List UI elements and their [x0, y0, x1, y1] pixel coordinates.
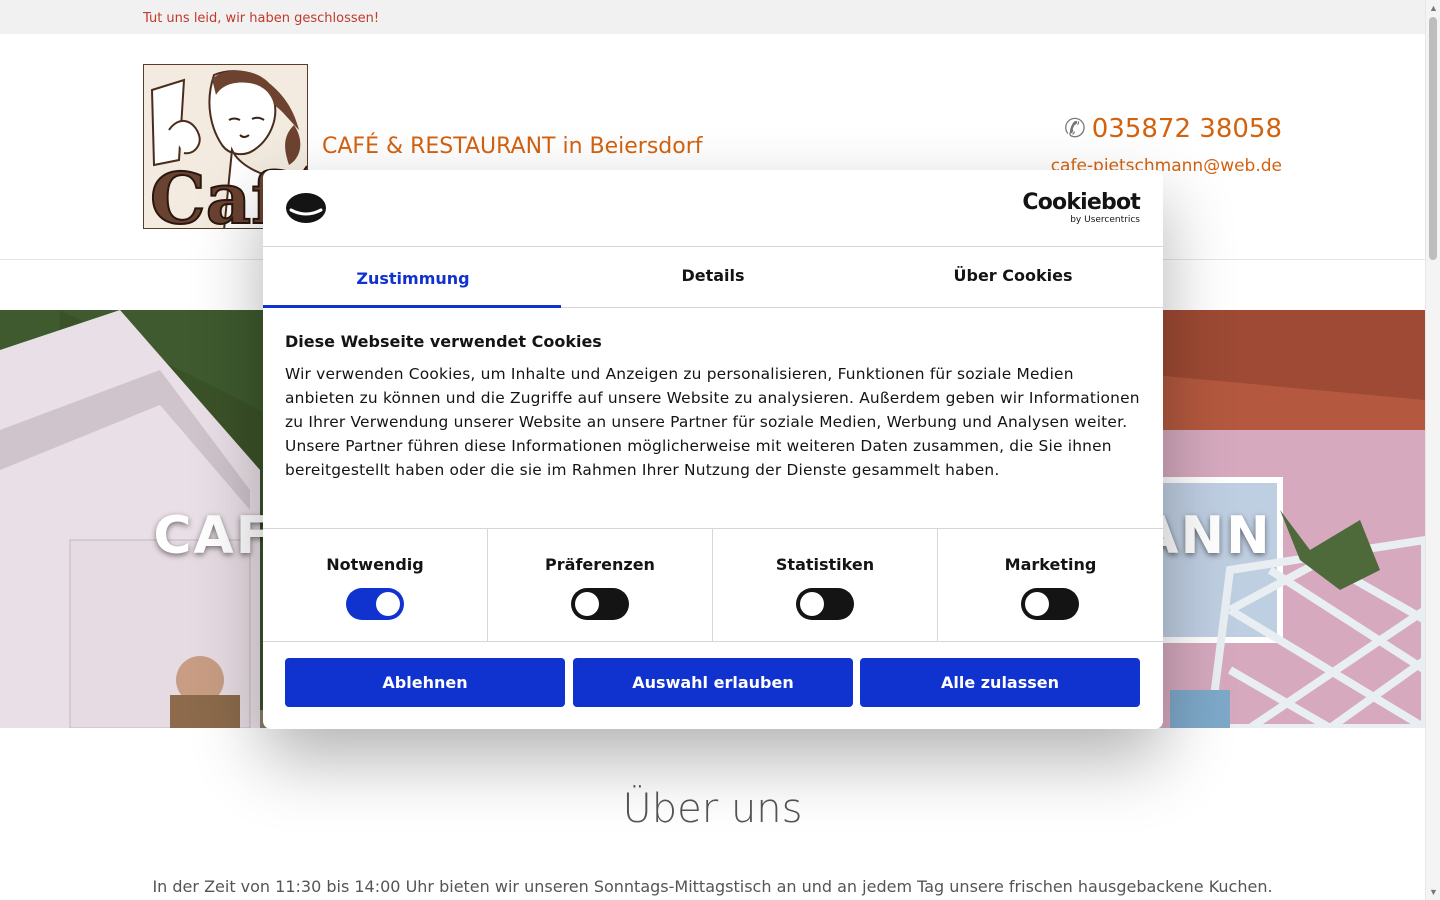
toggle-notwendig[interactable]	[346, 588, 404, 620]
toggle-group-statistiken: Statistiken	[713, 529, 938, 642]
decline-button[interactable]: Ablehnen	[285, 658, 565, 707]
about-title: Über uns	[622, 786, 803, 832]
toggle-knob	[800, 592, 824, 616]
notice-text: Tut uns leid, wir haben geschlossen!	[143, 11, 380, 26]
toggle-label-statistiken: Statistiken	[775, 555, 875, 574]
toggle-knob	[575, 592, 599, 616]
allow-all-button[interactable]: Alle zulassen	[860, 658, 1140, 707]
page-scrollbar[interactable]: ▲ ▼	[1425, 0, 1440, 900]
tab-details[interactable]: Details	[563, 247, 863, 307]
toggle-knob	[1025, 592, 1049, 616]
dialog-tabs: Zustimmung Details Über Cookies	[263, 247, 1163, 308]
phone-number[interactable]: 035872 38058	[1092, 114, 1282, 144]
header-phone[interactable]: ✆ 035872 38058	[1064, 114, 1282, 144]
toggle-marketing[interactable]	[1021, 588, 1079, 620]
toggle-label-marketing: Marketing	[1004, 555, 1097, 574]
toggle-label-notwendig: Notwendig	[326, 555, 424, 574]
about-text: In der Zeit von 11:30 bis 14:00 Uhr biet…	[152, 877, 1273, 896]
allow-selection-button[interactable]: Auswahl erlauben	[573, 658, 853, 707]
cookie-logo-icon	[286, 193, 326, 223]
dialog-title: Diese Webseite verwendet Cookies	[285, 332, 602, 351]
header-tagline: CAFÉ & RESTAURANT in Beiersdorf	[322, 134, 703, 159]
toggle-label-praeferenzen: Präferenzen	[545, 555, 655, 574]
toggle-knob	[376, 592, 400, 616]
scrollbar-thumb[interactable]	[1429, 17, 1437, 260]
scroll-up-arrow-icon[interactable]: ▲	[1429, 3, 1438, 13]
notice-bar: Tut uns leid, wir haben geschlossen!	[0, 0, 1425, 34]
dialog-description: Wir verwenden Cookies, um Inhalte und An…	[285, 365, 1140, 479]
toggle-group-praeferenzen: Präferenzen	[488, 529, 713, 642]
tab-ueber-cookies[interactable]: Über Cookies	[863, 247, 1163, 307]
cookiebot-logo-text: Cookiebot	[1022, 190, 1140, 215]
toggle-praeferenzen[interactable]	[571, 588, 629, 620]
toggle-group-marketing: Marketing	[938, 529, 1163, 642]
tab-zustimmung[interactable]: Zustimmung	[263, 247, 563, 308]
toggle-statistiken[interactable]	[796, 588, 854, 620]
cookie-consent-dialog: Cookiebot by Usercentrics Zustimmung Det…	[263, 170, 1163, 729]
phone-icon: ✆	[1063, 114, 1086, 144]
cookiebot-byline: by Usercentrics	[1070, 215, 1140, 225]
scroll-down-arrow-icon[interactable]: ▼	[1429, 887, 1438, 897]
dialog-header: Cookiebot by Usercentrics	[263, 170, 1163, 247]
cookiebot-brand[interactable]: Cookiebot by Usercentrics	[1022, 192, 1140, 226]
consent-toggles: Notwendig Präferenzen Statistiken Market…	[263, 528, 1163, 642]
toggle-group-notwendig: Notwendig	[263, 529, 488, 642]
dialog-buttons: Ablehnen Auswahl erlauben Alle zulassen	[285, 658, 1141, 707]
